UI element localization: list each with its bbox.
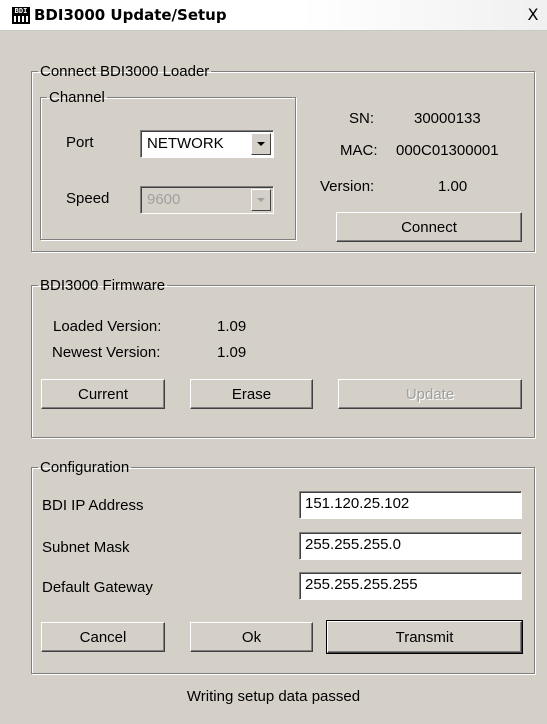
transmit-button[interactable]: Transmit (326, 620, 523, 654)
mac-value: 000C01300001 (396, 142, 499, 159)
port-dropdown-button[interactable] (251, 133, 271, 155)
default-gateway-input[interactable]: 255.255.255.255 (299, 572, 522, 600)
bdi-app-icon: BDI (12, 7, 30, 24)
loader-group-legend: Connect BDI3000 Loader (40, 63, 210, 80)
status-message: Writing setup data passed (186, 688, 361, 705)
update-button[interactable]: Update (338, 379, 522, 409)
ok-button[interactable]: Ok (190, 622, 313, 652)
sn-value: 30000133 (414, 110, 481, 127)
channel-group-legend: Channel (49, 89, 105, 106)
port-label: Port (66, 134, 94, 151)
loaded-version-value: 1.09 (217, 318, 247, 335)
current-button[interactable]: Current (41, 379, 165, 409)
sn-label: SN: (349, 110, 375, 127)
speed-dropdown-button[interactable] (251, 189, 271, 211)
ip-address-input[interactable]: 151.120.25.102 (299, 491, 522, 519)
default-gateway-label: Default Gateway (42, 579, 153, 596)
newest-version-label: Newest Version: (52, 344, 161, 361)
speed-select-value: 9600 (147, 191, 181, 208)
ip-address-label: BDI IP Address (42, 497, 144, 514)
channel-group: Channel (40, 90, 296, 240)
port-select-value: NETWORK (147, 135, 224, 152)
port-select[interactable]: NETWORK (140, 130, 274, 158)
cancel-button[interactable]: Cancel (41, 622, 165, 652)
firmware-group-legend: BDI3000 Firmware (40, 277, 166, 294)
version-value: 1.00 (438, 178, 468, 195)
chevron-down-icon (257, 142, 265, 146)
subnet-mask-input[interactable]: 255.255.255.0 (299, 532, 522, 560)
chevron-down-icon (257, 198, 265, 202)
title-bar[interactable]: BDI BDI3000 Update/Setup X (0, 0, 547, 31)
connect-button[interactable]: Connect (336, 212, 522, 242)
erase-button[interactable]: Erase (190, 379, 313, 409)
subnet-mask-label: Subnet Mask (42, 539, 130, 556)
speed-label: Speed (66, 190, 110, 207)
newest-version-value: 1.09 (217, 344, 247, 361)
speed-select[interactable]: 9600 (140, 186, 274, 214)
version-label: Version: (320, 178, 375, 195)
loaded-version-label: Loaded Version: (53, 318, 162, 335)
window-title: BDI3000 Update/Setup (34, 6, 227, 24)
app-icon-text: BDI (14, 7, 28, 15)
configuration-group-legend: Configuration (40, 459, 130, 476)
mac-label: MAC: (340, 142, 378, 159)
close-icon[interactable]: X (525, 6, 541, 24)
